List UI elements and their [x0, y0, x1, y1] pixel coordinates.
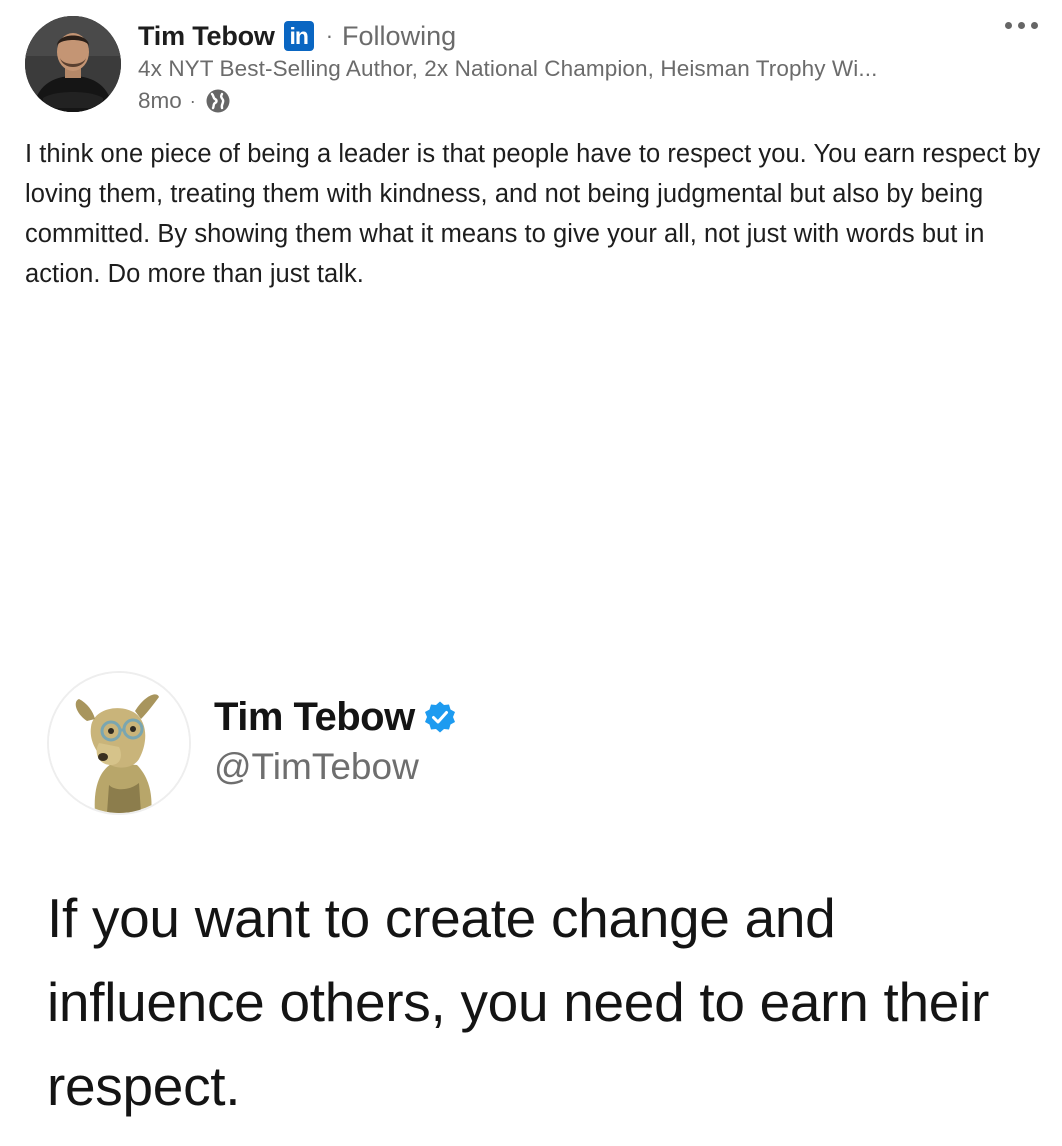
tweet-author-avatar: [47, 671, 191, 815]
ellipsis-icon: [1018, 22, 1025, 29]
tweet-name-row: Tim Tebow: [214, 692, 457, 742]
following-status[interactable]: Following: [342, 21, 456, 52]
meta-separator: ·: [189, 90, 196, 111]
post-meta: 8mo ·: [138, 86, 231, 116]
tweet-text: If you want to create change and influen…: [47, 887, 989, 1117]
post-age[interactable]: 8mo: [138, 88, 182, 114]
tweet-handle: @TimTebow: [214, 746, 419, 787]
linkedin-badge-icon: in: [283, 21, 314, 51]
tweet-author-name: Tim Tebow: [214, 694, 415, 739]
author-name-row: Tim Tebow in · Following: [138, 18, 456, 54]
name-separator: ·: [325, 23, 334, 48]
post-body-text: I think one piece of being a leader is t…: [25, 140, 1041, 288]
linkedin-post: Tim Tebow in · Following 4x NYT Best-Sel…: [0, 0, 1062, 1146]
verified-badge-icon: [423, 700, 457, 734]
author-name[interactable]: Tim Tebow: [138, 21, 275, 52]
ellipsis-icon: [1005, 22, 1012, 29]
more-options-button[interactable]: [1005, 22, 1038, 29]
globe-icon: [205, 88, 231, 114]
ellipsis-icon: [1031, 22, 1038, 29]
author-headline: 4x NYT Best-Selling Author, 2x National …: [138, 56, 878, 81]
author-avatar[interactable]: [25, 16, 121, 112]
